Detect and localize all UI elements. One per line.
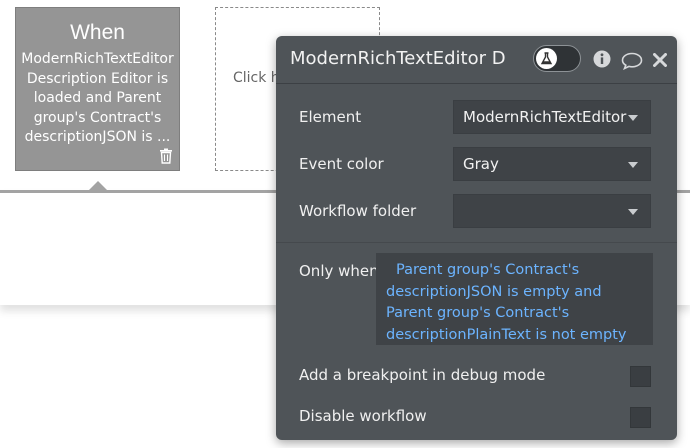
panel-title: ModernRichTextEditor D	[290, 48, 506, 69]
event-color-value: Gray	[463, 155, 499, 173]
workflow-folder-dropdown[interactable]	[453, 194, 651, 228]
close-icon[interactable]	[653, 53, 667, 67]
flask-icon	[540, 52, 553, 65]
toggle-knob	[536, 48, 557, 69]
workflow-folder-label: Workflow folder	[299, 202, 417, 220]
event-card[interactable]: When ModernRichTextEditor Description Ed…	[15, 7, 180, 171]
event-color-label: Event color	[299, 155, 384, 173]
trash-icon[interactable]	[159, 148, 173, 164]
chevron-down-icon	[628, 115, 638, 121]
breakpoint-checkbox[interactable]	[630, 366, 651, 387]
disable-workflow-checkbox[interactable]	[630, 407, 651, 428]
comment-icon[interactable]	[621, 52, 643, 70]
only-when-expression[interactable]: Parent group's Contract's descriptionJSO…	[376, 253, 653, 345]
event-description: ModernRichTextEditor Description Editor …	[21, 51, 174, 145]
event-title: When	[70, 21, 125, 44]
debug-toggle[interactable]	[533, 45, 581, 72]
property-editor-panel: ModernRichTextEditor D Element ModernRic…	[276, 36, 677, 440]
element-value: ModernRichTextEditor ...	[463, 108, 628, 126]
element-dropdown[interactable]: ModernRichTextEditor ...	[453, 100, 651, 134]
section-divider	[276, 242, 677, 243]
breakpoint-label: Add a breakpoint in debug mode	[299, 366, 546, 384]
panel-header: ModernRichTextEditor D	[276, 36, 677, 84]
chevron-down-icon	[628, 162, 638, 168]
disable-workflow-label: Disable workflow	[299, 407, 427, 425]
only-when-label: Only when	[299, 262, 379, 280]
element-label: Element	[299, 108, 362, 126]
condition-text: Parent group's Contract's descriptionJSO…	[386, 262, 627, 343]
info-icon[interactable]	[593, 50, 611, 68]
chevron-down-icon	[628, 209, 638, 215]
event-pointer	[88, 181, 108, 191]
event-color-dropdown[interactable]: Gray	[453, 147, 651, 181]
